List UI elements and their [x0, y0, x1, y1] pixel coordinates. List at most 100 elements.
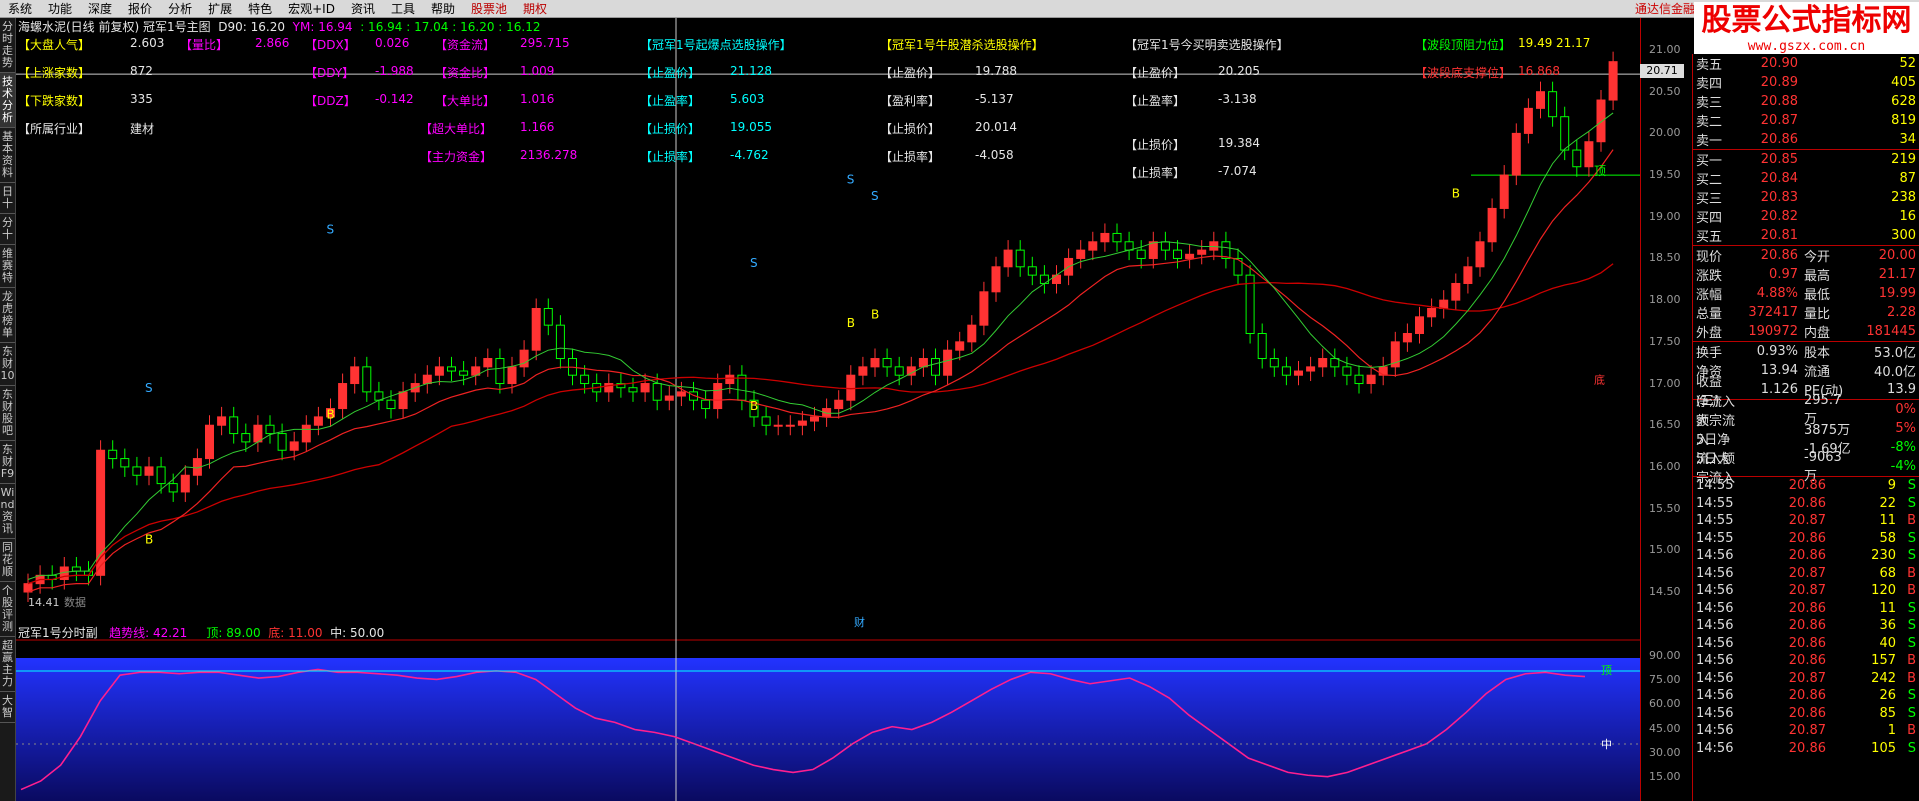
- candle-body: [313, 416, 323, 426]
- y-tick-7: 17.50: [1649, 334, 1681, 348]
- tick-row: 14:56 20.86 85 S: [1693, 705, 1919, 723]
- sell-level-4-value: 20.86: [1760, 132, 1798, 147]
- menu-item-6[interactable]: 特色: [240, 0, 280, 17]
- tick-time: 14:56: [1696, 723, 1734, 739]
- left-tab-1[interactable]: 技术分析: [0, 73, 15, 128]
- ma-line-short: [27, 112, 1614, 580]
- candle-body: [350, 366, 360, 385]
- sell-marker-3: S: [847, 172, 855, 186]
- value-ddz: -0.142: [375, 92, 414, 106]
- candle-body: [713, 383, 723, 410]
- label-up: 【上涨家数】: [18, 66, 91, 80]
- candle-body: [434, 366, 444, 376]
- s2-label-a: 【止盈价】: [880, 66, 941, 80]
- left-tab-6[interactable]: 龙虎榜单: [0, 288, 15, 343]
- buy-level-4-value: 20.81: [1760, 228, 1798, 243]
- candle-body: [301, 424, 311, 443]
- buy-marker-0: B: [145, 533, 153, 547]
- tick-price: 20.86: [1788, 635, 1826, 651]
- stat2-row-0-value2: 53.0亿: [1874, 346, 1916, 361]
- main-chart[interactable]: BBBBBBSSSSS顶底14.41数据财顶中底: [16, 18, 1640, 801]
- menu-item-1[interactable]: 功能: [40, 0, 80, 17]
- candle-body: [1475, 241, 1485, 268]
- value-up: 872: [130, 64, 153, 78]
- label-flow: 【资金流】: [435, 38, 496, 52]
- value-ddy: -1.988: [375, 64, 414, 78]
- sell-marker-1: S: [327, 222, 335, 236]
- left-tab-11[interactable]: 同花顺: [0, 539, 15, 582]
- stat2-row-0: 换手 0.93% 股本 53.0亿: [1693, 341, 1919, 361]
- candle-body: [1112, 232, 1122, 243]
- value-ddx: 0.026: [375, 36, 410, 50]
- candle-body: [664, 395, 674, 401]
- left-tab-3[interactable]: 日十: [0, 183, 15, 214]
- label-resist: 【波段顶阻力位】: [1415, 38, 1512, 52]
- menu-item-12[interactable]: 期权: [515, 0, 555, 17]
- s2-value-c: 20.014: [975, 120, 1017, 134]
- left-tab-5[interactable]: 维赛特: [0, 245, 15, 288]
- left-tab-8[interactable]: 东财股吧: [0, 386, 15, 441]
- candle-body: [810, 416, 819, 422]
- left-tab-14[interactable]: 大智: [0, 692, 15, 723]
- sub-y-tick-4: 30.00: [1649, 745, 1681, 759]
- tick-time: 14:56: [1696, 618, 1734, 634]
- candle-body: [580, 374, 590, 385]
- sell-level-4-label: 卖一: [1696, 134, 1723, 149]
- menu-item-4[interactable]: 分析: [160, 0, 200, 17]
- flow-row-3: 5日大宗流入 -9063万 -4%: [1693, 450, 1919, 486]
- stat-row-1: 涨跌 0.97 最高 21.17: [1693, 265, 1919, 284]
- left-tab-strip: 分时走势 技术分析 基本资料 日十 分十 维赛特 龙虎榜单 东财10 东财股吧 东财F9 Wind资…: [0, 18, 16, 801]
- tick-volume: 11: [1879, 600, 1896, 616]
- candle-body: [156, 466, 166, 485]
- menu-item-3[interactable]: 报价: [120, 0, 160, 17]
- candle-body: [265, 424, 275, 435]
- buy-level-2-label: 买三: [1696, 192, 1723, 207]
- label-industry: 【所属行业】: [18, 122, 91, 136]
- left-tab-0[interactable]: 分时走势: [0, 18, 15, 73]
- tick-price: 20.86: [1788, 478, 1826, 494]
- menu-item-8[interactable]: 资讯: [343, 0, 383, 17]
- candle-body: [180, 474, 190, 493]
- left-tab-10[interactable]: Wind资讯: [0, 484, 15, 539]
- candle-body: [1052, 274, 1061, 284]
- sell-level-1: 卖四 20.89 405: [1693, 73, 1919, 92]
- menu-item-11[interactable]: 股票池: [463, 0, 515, 17]
- candle-body: [1415, 316, 1424, 335]
- left-tab-12[interactable]: 个股评测: [0, 582, 15, 637]
- left-tab-13[interactable]: 超赢主力: [0, 637, 15, 692]
- menu-item-7[interactable]: 宏观+ID: [280, 0, 343, 17]
- candle-body: [1536, 91, 1545, 109]
- menu-item-9[interactable]: 工具: [383, 0, 423, 17]
- y-tick-8: 17.00: [1649, 376, 1681, 390]
- tick-volume: 68: [1879, 565, 1896, 581]
- s3-value-a: 20.205: [1218, 64, 1260, 78]
- sell-level-3-value2: 819: [1891, 113, 1916, 128]
- candle-body: [652, 383, 662, 401]
- candle-body: [1124, 241, 1134, 251]
- value-resist: 19.49: [1518, 36, 1553, 50]
- menu-item-0[interactable]: 系统: [0, 0, 40, 17]
- sub-mid-marker: 中: [1601, 738, 1612, 751]
- menu-item-5[interactable]: 扩展: [200, 0, 240, 17]
- left-tab-4[interactable]: 分十: [0, 214, 15, 245]
- y-tick-12: 15.00: [1649, 543, 1681, 557]
- stat-row-1-value2: 21.17: [1878, 267, 1916, 282]
- tick-time: 14:56: [1696, 670, 1734, 686]
- candle-body: [1511, 132, 1521, 176]
- left-tab-9[interactable]: 东财F9: [0, 441, 15, 484]
- stat2-row-0-label: 换手: [1696, 346, 1723, 361]
- candle-body: [640, 383, 650, 393]
- sub-y-tick-1: 75.00: [1649, 673, 1681, 687]
- sell-level-4: 卖一 20.86 34: [1693, 130, 1919, 149]
- buy-level-0-value: 20.85: [1760, 152, 1798, 167]
- candle-body: [943, 349, 953, 376]
- menu-item-10[interactable]: 帮助: [423, 0, 463, 17]
- buy-marker-3: B: [847, 316, 855, 330]
- left-tab-7[interactable]: 东财10: [0, 343, 15, 386]
- menu-item-2[interactable]: 深度: [80, 0, 120, 17]
- left-tab-2[interactable]: 基本资料: [0, 128, 15, 183]
- candle-body: [1487, 207, 1497, 243]
- buy-level-3: 买四 20.82 16: [1693, 207, 1919, 226]
- tick-side: S: [1907, 740, 1916, 756]
- sell-level-3: 卖二 20.87 819: [1693, 111, 1919, 130]
